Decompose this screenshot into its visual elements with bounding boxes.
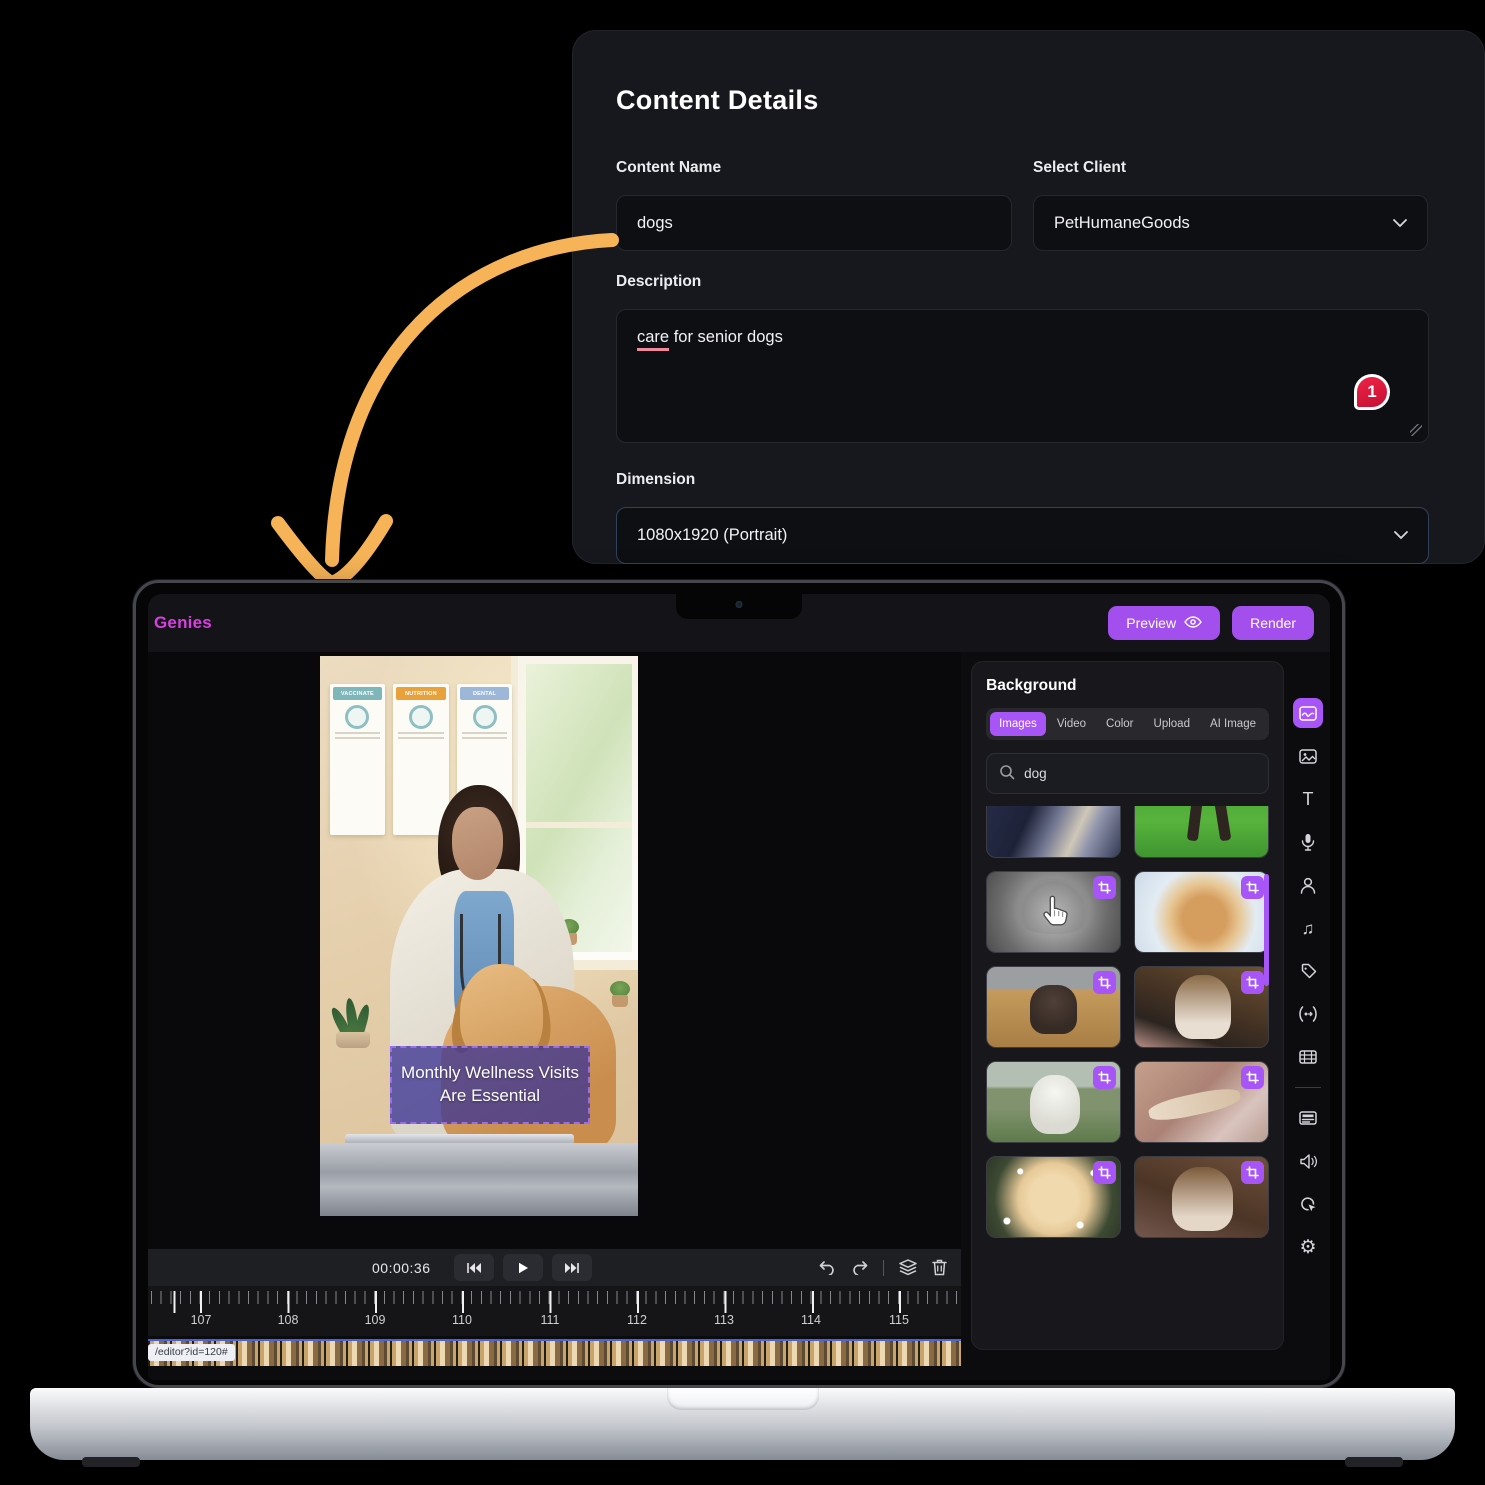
settings-tool-icon[interactable]: ⚙ (1293, 1232, 1323, 1262)
tab-images[interactable]: Images (990, 712, 1046, 736)
text-overlay-selected[interactable]: Monthly Wellness Visits Are Essential (390, 1046, 590, 1124)
play-button[interactable] (503, 1254, 543, 1281)
crop-icon[interactable] (1093, 1066, 1116, 1089)
image-tool-icon[interactable] (1293, 741, 1323, 771)
interaction-tool-icon[interactable] (1293, 1189, 1323, 1219)
status-link-chip: /editor?id=120# (148, 1344, 235, 1361)
image-result[interactable] (986, 1061, 1121, 1143)
image-results (986, 806, 1269, 1337)
elements-tool-icon[interactable] (1293, 956, 1323, 986)
image-result[interactable] (1134, 871, 1269, 953)
image-result-hovered[interactable] (986, 871, 1121, 953)
scrollbar[interactable] (1264, 874, 1269, 986)
dimension-select[interactable]: 1080x1920 (Portrait) (616, 507, 1429, 564)
image-result[interactable] (1134, 1061, 1269, 1143)
tab-upload[interactable]: Upload (1145, 712, 1199, 736)
resize-handle-icon[interactable] (1410, 424, 1422, 436)
video-canvas: VACCINATE NUTRITION DENTAL (148, 652, 961, 1248)
laptop-screen: Genies Preview Render (133, 580, 1345, 1388)
tool-sidebar: T ♫ (1286, 652, 1330, 1380)
background-panel: Background Images Video Color Upload AI … (971, 661, 1284, 1350)
exam-table (320, 1143, 638, 1216)
video-tool-icon[interactable] (1293, 1042, 1323, 1072)
divider (1295, 1087, 1321, 1088)
image-result[interactable] (1134, 1156, 1269, 1238)
editing-area: VACCINATE NUTRITION DENTAL (148, 652, 961, 1380)
image-result[interactable] (1134, 806, 1269, 858)
windowsill-plant (608, 981, 632, 1007)
client-select[interactable]: PetHumaneGoods (1033, 195, 1428, 251)
tab-color[interactable]: Color (1097, 712, 1142, 736)
skip-end-button[interactable] (552, 1254, 592, 1281)
grammar-issues-badge[interactable]: 1 (1354, 374, 1390, 410)
video-frame[interactable]: VACCINATE NUTRITION DENTAL (320, 656, 638, 1216)
text-tool-icon[interactable]: T (1293, 784, 1323, 814)
poster-vaccinate: VACCINATE (330, 684, 386, 835)
crop-icon[interactable] (1093, 876, 1116, 899)
layers-icon[interactable] (899, 1259, 917, 1276)
eye-icon (1184, 615, 1202, 631)
content-details-panel: Content Details Content Name dogs Select… (572, 30, 1485, 564)
plant (326, 958, 377, 1048)
background-tool-icon[interactable] (1293, 698, 1323, 728)
captions-tool-icon[interactable] (1293, 1103, 1323, 1133)
timecode: 00:00:36 (372, 1260, 431, 1276)
crop-icon[interactable] (1241, 1066, 1264, 1089)
description-label: Description (616, 273, 701, 291)
image-result[interactable] (986, 966, 1121, 1048)
panel-title: Background (986, 677, 1269, 695)
flagged-word: care (637, 328, 669, 351)
webcam-icon (736, 601, 743, 608)
image-result[interactable] (1134, 966, 1269, 1048)
dimension-label: Dimension (616, 471, 695, 489)
timeline-clip-filmstrip[interactable]: /editor?id=120# (148, 1339, 961, 1366)
content-name-input[interactable]: dogs (616, 195, 1012, 251)
skip-start-button[interactable] (454, 1254, 494, 1281)
search-input[interactable]: dog (986, 753, 1269, 794)
content-name-label: Content Name (616, 159, 721, 177)
transition-tool-icon[interactable] (1293, 999, 1323, 1029)
timeline-ruler[interactable]: 107 108 109 110 111 112 113 114 115 (148, 1286, 961, 1336)
image-result[interactable] (986, 1156, 1121, 1238)
crop-icon[interactable] (1241, 1161, 1264, 1184)
crop-icon[interactable] (1093, 1161, 1116, 1184)
delete-icon[interactable] (932, 1259, 947, 1276)
playback-bar: 00:00:36 (148, 1248, 961, 1286)
select-client-label: Select Client (1033, 159, 1126, 177)
redo-icon[interactable] (851, 1261, 868, 1275)
audio-tool-icon[interactable] (1293, 1146, 1323, 1176)
music-tool-icon[interactable]: ♫ (1293, 913, 1323, 943)
brand-logo: Genies (154, 613, 212, 633)
tab-ai-image[interactable]: AI Image (1201, 712, 1265, 736)
poster-nutrition: NUTRITION (393, 684, 449, 835)
app-window: Genies Preview Render (148, 594, 1330, 1380)
crop-icon[interactable] (1241, 971, 1264, 994)
laptop-base (30, 1388, 1455, 1460)
tab-video[interactable]: Video (1048, 712, 1095, 736)
avatar-tool-icon[interactable] (1293, 870, 1323, 900)
render-button[interactable]: Render (1232, 606, 1314, 640)
crop-icon[interactable] (1241, 876, 1264, 899)
voiceover-tool-icon[interactable] (1293, 827, 1323, 857)
chevron-down-icon (1393, 219, 1407, 228)
preview-button[interactable]: Preview (1108, 606, 1220, 640)
description-text: care for senior dogs (637, 328, 783, 347)
description-textarea[interactable]: care for senior dogs 1 (616, 309, 1429, 443)
image-result[interactable] (986, 806, 1121, 858)
search-icon (999, 764, 1015, 783)
chevron-down-icon (1394, 531, 1408, 540)
undo-icon[interactable] (819, 1261, 836, 1275)
hand-cursor-icon (1038, 893, 1074, 929)
crop-icon[interactable] (1093, 971, 1116, 994)
panel-title: Content Details (616, 85, 819, 116)
media-tabs: Images Video Color Upload AI Image (986, 708, 1269, 740)
webcam-notch (676, 594, 802, 619)
